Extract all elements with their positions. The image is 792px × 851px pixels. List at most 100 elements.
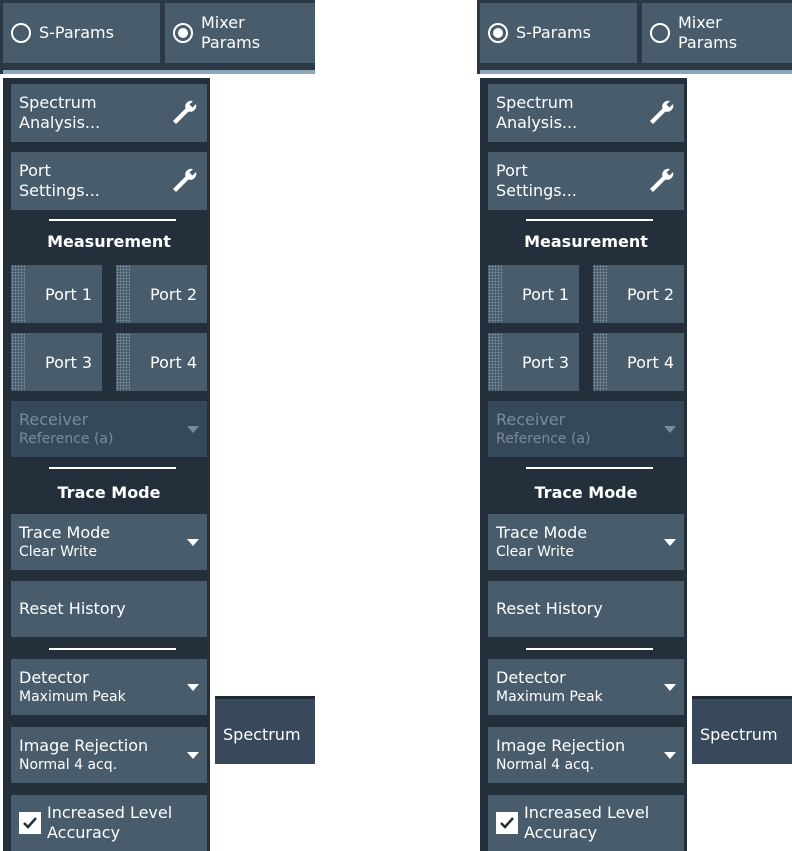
detector-value: Maximum Peak xyxy=(19,689,126,705)
reset-history-button[interactable]: Reset History xyxy=(11,581,207,637)
port-2-button[interactable]: Port 2 xyxy=(593,265,684,323)
trace-mode-value: Clear Write xyxy=(19,544,98,560)
trace-mode-dropdown[interactable]: Trace Mode Clear Write xyxy=(11,514,207,570)
port-1-button[interactable]: Port 1 xyxy=(488,265,579,323)
port-settings-line1: Port xyxy=(19,161,51,180)
spectrum-analysis-line2: Analysis... xyxy=(19,113,101,132)
trace-mode-text: Trace Mode Clear Write xyxy=(496,523,587,561)
increased-level-text: Increased Level Accuracy xyxy=(47,803,172,843)
spectrum-tab[interactable]: Spectrum xyxy=(215,696,315,764)
port-3-label: Port 3 xyxy=(522,352,569,372)
port-settings-label: Port Settings... xyxy=(19,161,100,201)
checkbox-icon xyxy=(496,812,518,834)
wrench-icon xyxy=(650,100,674,124)
receiver-dropdown: Receiver Reference (a) xyxy=(488,401,684,457)
detector-label: Detector xyxy=(19,668,89,687)
chevron-down-icon xyxy=(664,684,676,691)
radio-icon xyxy=(488,23,508,43)
s-params-label: S-Params xyxy=(39,23,114,42)
increased-level-accuracy-checkbox[interactable]: Increased Level Accuracy xyxy=(488,795,684,851)
spectrum-tab-label: Spectrum xyxy=(223,725,301,744)
chevron-down-icon xyxy=(664,426,676,433)
image-rejection-value: Normal 4 acq. xyxy=(19,757,118,773)
increased-level-text: Increased Level Accuracy xyxy=(524,803,649,843)
port-settings-button[interactable]: Port Settings... xyxy=(11,152,207,210)
port-2-button[interactable]: Port 2 xyxy=(116,265,207,323)
detector-text: Detector Maximum Peak xyxy=(496,668,603,706)
port-settings-line2: Settings... xyxy=(19,181,100,200)
spectrum-analysis-line2: Analysis... xyxy=(496,113,578,132)
port-4-button[interactable]: Port 4 xyxy=(593,333,684,391)
radio-icon xyxy=(650,23,670,43)
spectrum-analysis-line1: Spectrum xyxy=(19,93,97,112)
spectrum-tab[interactable]: Spectrum xyxy=(692,696,792,764)
receiver-text: Receiver Reference (a) xyxy=(19,410,113,448)
divider xyxy=(480,70,792,74)
radio-icon xyxy=(173,23,193,43)
trace-mode-label: Trace Mode xyxy=(496,523,588,542)
wrench-icon xyxy=(173,100,197,124)
trace-mode-heading: Trace Mode xyxy=(534,483,638,502)
port-3-button[interactable]: Port 3 xyxy=(11,333,102,391)
grip-handle xyxy=(488,333,502,391)
image-rejection-dropdown[interactable]: Image Rejection Normal 4 acq. xyxy=(11,727,207,783)
port-1-label: Port 1 xyxy=(522,284,569,304)
port-1-label: Port 1 xyxy=(45,284,92,304)
spectrum-analysis-button[interactable]: Spectrum Analysis... xyxy=(488,84,684,142)
image-rejection-label: Image Rejection xyxy=(496,736,626,755)
s-params-label: S-Params xyxy=(516,23,591,42)
trace-mode-heading: Trace Mode xyxy=(57,483,161,502)
detector-value: Maximum Peak xyxy=(496,689,603,705)
radio-icon xyxy=(11,23,31,43)
spectrum-analysis-label: Spectrum Analysis... xyxy=(496,93,577,133)
increased-level-accuracy-checkbox[interactable]: Increased Level Accuracy xyxy=(11,795,207,851)
softtool-panel-left: S-Params Mixer Params Spectrum Analysis.… xyxy=(0,0,315,851)
receiver-label: Receiver xyxy=(19,410,89,429)
port-settings-line2: Settings... xyxy=(496,181,577,200)
s-params-radio-button[interactable]: S-Params xyxy=(3,3,160,63)
detector-dropdown[interactable]: Detector Maximum Peak xyxy=(488,659,684,715)
chevron-down-icon xyxy=(187,539,199,546)
port-1-button[interactable]: Port 1 xyxy=(11,265,102,323)
chevron-down-icon xyxy=(664,752,676,759)
reset-history-label: Reset History xyxy=(496,599,603,618)
s-params-radio-button[interactable]: S-Params xyxy=(480,3,637,63)
port-3-label: Port 3 xyxy=(45,352,92,372)
divider xyxy=(49,467,176,469)
mixer-params-radio-button[interactable]: Mixer Params xyxy=(642,3,792,63)
port-2-label: Port 2 xyxy=(150,284,197,304)
divider xyxy=(526,467,653,469)
port-3-button[interactable]: Port 3 xyxy=(488,333,579,391)
port-2-label: Port 2 xyxy=(627,284,674,304)
trace-mode-dropdown[interactable]: Trace Mode Clear Write xyxy=(488,514,684,570)
detector-label: Detector xyxy=(496,668,566,687)
port-4-button[interactable]: Port 4 xyxy=(116,333,207,391)
wrench-icon xyxy=(650,168,674,192)
detector-dropdown[interactable]: Detector Maximum Peak xyxy=(11,659,207,715)
port-settings-button[interactable]: Port Settings... xyxy=(488,152,684,210)
chevron-down-icon xyxy=(664,539,676,546)
divider xyxy=(49,219,176,221)
grip-handle xyxy=(488,265,502,323)
divider xyxy=(526,648,653,650)
trace-mode-label: Trace Mode xyxy=(19,523,111,542)
image-rejection-label: Image Rejection xyxy=(19,736,149,755)
softtool-panel-right: S-Params Mixer Params Spectrum Analysis.… xyxy=(477,0,792,851)
grip-handle xyxy=(116,333,130,391)
reset-history-button[interactable]: Reset History xyxy=(488,581,684,637)
trace-mode-text: Trace Mode Clear Write xyxy=(19,523,110,561)
grip-handle xyxy=(593,333,607,391)
image-rejection-dropdown[interactable]: Image Rejection Normal 4 acq. xyxy=(488,727,684,783)
mixer-params-radio-button[interactable]: Mixer Params xyxy=(165,3,315,63)
reset-history-label: Reset History xyxy=(19,599,126,618)
port-4-label: Port 4 xyxy=(627,352,674,372)
grip-handle xyxy=(11,265,25,323)
mode-bar: S-Params Mixer Params xyxy=(0,0,315,74)
port-settings-label: Port Settings... xyxy=(496,161,577,201)
spectrum-tab-label: Spectrum xyxy=(700,725,778,744)
increased-level-line2: Accuracy xyxy=(524,823,598,842)
spectrum-analysis-button[interactable]: Spectrum Analysis... xyxy=(11,84,207,142)
divider xyxy=(526,219,653,221)
receiver-text: Receiver Reference (a) xyxy=(496,410,590,448)
receiver-value: Reference (a) xyxy=(496,431,591,447)
